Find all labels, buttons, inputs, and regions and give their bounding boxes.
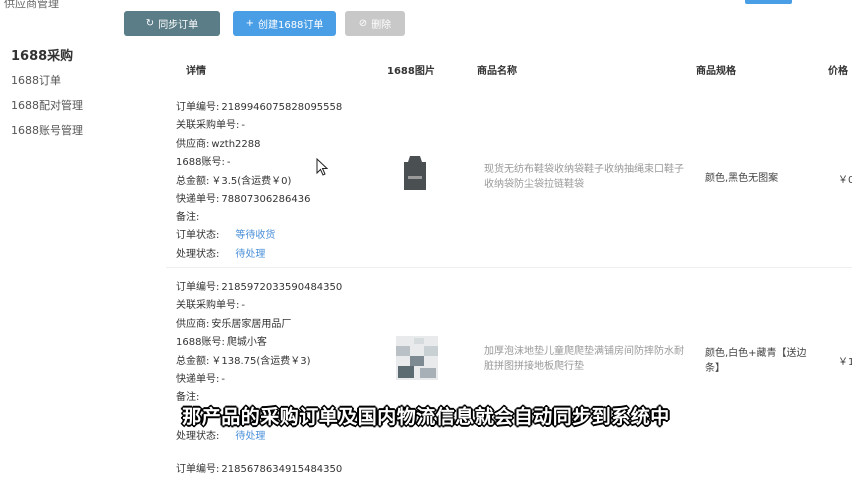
delete-button[interactable]: ⊘ 删除 (345, 11, 405, 36)
plus-icon: + (245, 18, 254, 29)
sync-orders-button[interactable]: ↻ 同步订单 (124, 11, 220, 36)
video-subtitle: 那产品的采购订单及国内物流信息就会自动同步到系统中 (182, 406, 670, 428)
product-name[interactable]: 加厚泡沫地垫儿童爬爬垫满铺房间防摔防水耐脏拼图拼接地板爬行垫 (484, 344, 689, 374)
related-no-label: 关联采购单号: (176, 120, 240, 131)
related-no-value: - (241, 120, 245, 131)
mouse-cursor-icon (316, 157, 329, 180)
product-spec: 颜色,黑色无图案 (705, 173, 779, 184)
tracking-label: 快递单号: (176, 374, 220, 385)
product-image[interactable] (404, 156, 426, 194)
sidebar-item-1688-orders[interactable]: 1688订单 (11, 72, 61, 88)
sidebar-item-1688-pairing[interactable]: 1688配对管理 (11, 97, 83, 113)
order-no-label: 订单编号: (176, 102, 220, 113)
account-label: 1688账号: (176, 337, 225, 348)
order-no-label: 订单编号: (176, 464, 220, 475)
header-details: 详情 (186, 66, 206, 77)
header-price: 价格 (828, 66, 848, 77)
header-product-spec: 商品规格 (696, 66, 736, 77)
create-order-label: 创建1688订单 (257, 20, 324, 31)
handle-status-value[interactable]: 待处理 (235, 249, 265, 260)
top-right-button[interactable] (745, 0, 792, 4)
sync-orders-label: 同步订单 (158, 20, 199, 31)
note-label: 备注: (176, 212, 200, 223)
account-label: 1688账号: (176, 157, 225, 168)
related-no-value: - (241, 300, 245, 311)
order-no-value: 2189946075828095558 (221, 102, 343, 113)
handle-status-value[interactable]: 待处理 (235, 431, 265, 442)
total-value: ￥138.75(含运费￥3) (211, 356, 311, 367)
delete-icon: ⊘ (358, 18, 368, 29)
supplier-label: 供应商: (176, 139, 210, 150)
product-spec: 颜色,白色+藏青【送边条】 (705, 348, 807, 374)
sidebar-item-supplier[interactable]: 供应商管理 (4, 0, 59, 11)
related-no-label: 关联采购单号: (176, 300, 240, 311)
handle-status-label: 处理状态: (176, 431, 220, 442)
total-label: 总金额: (176, 176, 210, 187)
tracking-value: 78807306286436 (221, 194, 311, 205)
tracking-value: - (221, 374, 225, 385)
total-value: ￥3.5(含运费￥0) (211, 176, 292, 187)
order-no-label: 订单编号: (176, 282, 220, 293)
product-price: ￥0 (838, 175, 852, 186)
header-1688-image: 1688图片 (387, 66, 435, 77)
supplier-value: wzth2288 (211, 139, 261, 150)
total-label: 总金额: (176, 356, 210, 367)
product-name[interactable]: 现货无纺布鞋袋收纳袋鞋子收纳抽绳束口鞋子收纳袋防尘袋拉链鞋袋 (484, 162, 689, 192)
sync-icon: ↻ (145, 18, 155, 29)
order-status-value[interactable]: 等待收货 (235, 230, 275, 241)
order-no-value: 2185972033590484350 (221, 282, 343, 293)
order-no-value: 2185678634915484350 (221, 464, 343, 475)
supplier-value: 安乐居家居用品厂 (211, 319, 292, 330)
account-value: 爬城小客 (226, 337, 267, 348)
sidebar-item-1688-accounts[interactable]: 1688账号管理 (11, 122, 83, 138)
supplier-label: 供应商: (176, 319, 210, 330)
row-divider (166, 267, 852, 268)
product-price: ￥1 (838, 357, 852, 368)
create-1688-order-button[interactable]: + 创建1688订单 (233, 11, 336, 36)
product-image[interactable] (396, 336, 438, 384)
sidebar-section-title: 1688采购 (11, 49, 74, 64)
delete-label: 删除 (371, 20, 392, 31)
order-status-label: 订单状态: (176, 230, 220, 241)
handle-status-label: 处理状态: (176, 249, 220, 260)
account-value: - (226, 157, 231, 168)
tracking-label: 快递单号: (176, 194, 220, 205)
header-product-name: 商品名称 (477, 66, 517, 77)
